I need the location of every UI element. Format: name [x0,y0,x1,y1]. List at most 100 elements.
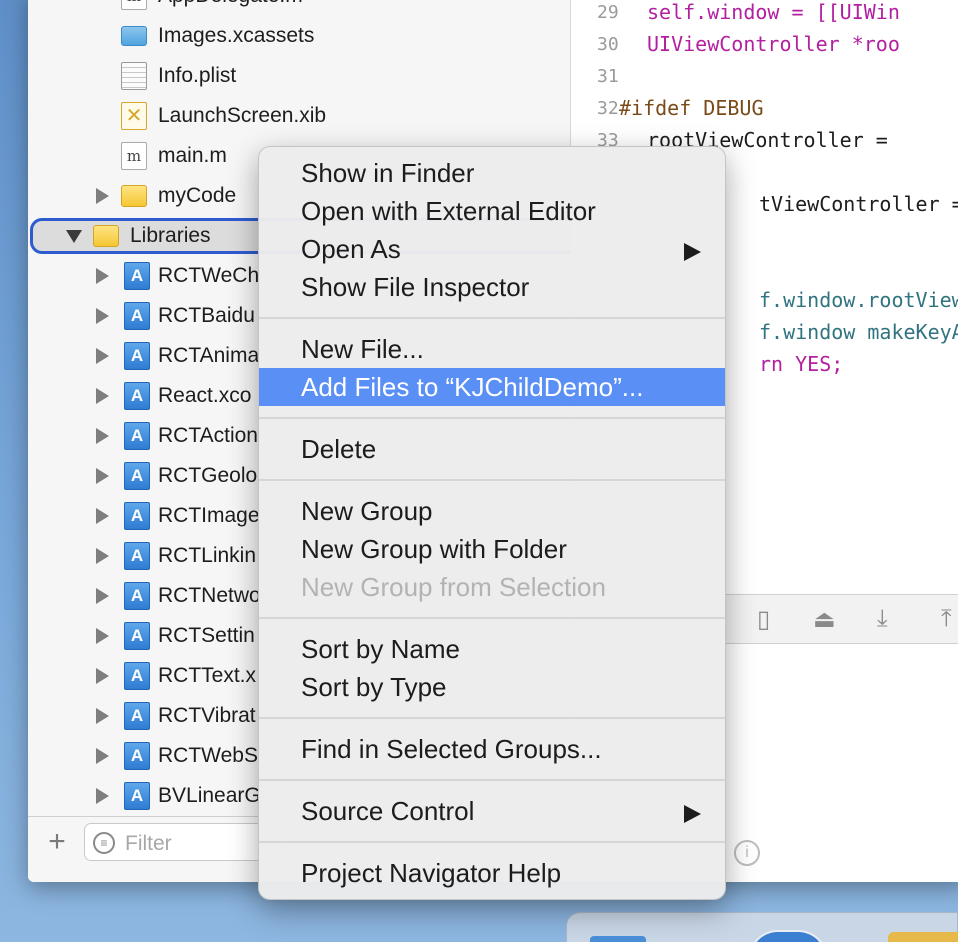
menu-item-open-external-editor[interactable]: Open with External Editor [259,192,725,230]
code-text: rn YES; [759,352,844,376]
navigator-item-label: RCTSettin [158,624,255,647]
disclosure-triangle-icon[interactable] [96,788,109,804]
code-line: 30 UIViewController *roo [571,30,958,62]
navigator-item-label: main.m [158,144,227,167]
disclosure-triangle-icon[interactable] [96,668,109,684]
navigator-item-label: RCTAction [158,424,258,447]
dock-app-icon[interactable] [590,936,646,942]
menu-item-new-file[interactable]: New File... [259,330,725,368]
menu-separator [259,717,725,719]
disclosure-triangle-icon[interactable] [96,308,109,324]
disclosure-triangle-icon[interactable] [96,468,109,484]
navigator-item-launchscreen[interactable]: ✕ LaunchScreen.xib [28,96,571,136]
menu-item-label: Add Files to “KJChildDemo”... [301,372,644,402]
menu-item-label: Open with External Editor [301,196,596,226]
code-text: f.window.rootViewC [759,288,958,312]
menu-item-label: New Group with Folder [301,534,567,564]
folder-icon [121,185,147,207]
menu-item-project-navigator-help[interactable]: Project Navigator Help [259,854,725,892]
disclosure-triangle-icon[interactable] [96,188,109,204]
xcodeproj-icon: A [124,702,150,730]
menu-item-label: Open As [301,234,401,264]
code-text: UIViewController *roo [647,32,900,56]
navigator-item-label: RCTVibrat [158,704,256,727]
navigator-item-label: RCTImage [158,504,260,527]
step-over-icon[interactable]: ⏏ [813,605,836,634]
code-text: tViewController = [759,192,958,216]
menu-item-label: Sort by Type [301,672,447,702]
disclosure-triangle-icon[interactable] [96,628,109,644]
dock-app-icon[interactable] [888,932,958,942]
menu-item-sort-by-type[interactable]: Sort by Type [259,668,725,706]
navigator-item-info-plist[interactable]: Info.plist [28,56,571,96]
xcodeproj-icon: A [124,262,150,290]
navigator-item-images-xcassets[interactable]: Images.xcassets [28,16,571,56]
navigator-item-label: RCTAnima [158,344,260,367]
navigator-item-label: AppDelegate.m [158,0,303,8]
menu-item-label: Find in Selected Groups... [301,734,602,764]
menu-item-add-files[interactable]: Add Files to “KJChildDemo”... [259,368,725,406]
menu-item-sort-by-name[interactable]: Sort by Name [259,630,725,668]
disclosure-triangle-icon[interactable] [66,230,82,243]
menu-separator [259,417,725,419]
menu-separator [259,617,725,619]
disclosure-triangle-icon[interactable] [96,708,109,724]
navigator-item-label: RCTLinkin [158,544,257,567]
menu-item-label: Sort by Name [301,634,460,664]
step-out-icon[interactable]: ⤒ [941,605,952,633]
disclosure-triangle-icon[interactable] [96,588,109,604]
menu-separator [259,779,725,781]
filter-input[interactable]: ≡ Filter [84,823,284,861]
navigator-item-label: BVLinearG [158,784,261,807]
xcodeproj-icon: A [124,342,150,370]
menu-item-label: Show in Finder [301,158,475,188]
menu-item-show-in-finder[interactable]: Show in Finder [259,154,725,192]
xcodeproj-icon: A [124,422,150,450]
navigator-item-label: React.xco [158,384,252,407]
xcodeproj-icon: A [124,302,150,330]
disclosure-triangle-icon[interactable] [96,348,109,364]
folder-icon [93,225,119,247]
disclosure-triangle-icon[interactable] [96,268,109,284]
menu-item-source-control[interactable]: Source Control [259,792,725,830]
disclosure-triangle-icon[interactable] [96,388,109,404]
navigator-item-label: RCTWeCh [158,264,260,287]
code-line: 31 [571,62,958,94]
code-line: 29 self.window = [[UIWin [571,0,958,30]
xcodeproj-icon: A [124,502,150,530]
menu-item-open-as[interactable]: Open As [259,230,725,268]
xcodeproj-icon: A [124,742,150,770]
submenu-arrow-icon [684,243,701,261]
menu-item-new-group-with-folder[interactable]: New Group with Folder [259,530,725,568]
info-icon[interactable]: i [734,840,760,866]
menu-item-find-in-selected-groups[interactable]: Find in Selected Groups... [259,730,725,768]
xcodeproj-icon: A [124,542,150,570]
breakpoint-toggle-icon[interactable]: ▯ [757,605,770,634]
navigator-item-label: myCode [158,184,237,207]
xcodeproj-icon: A [124,582,150,610]
step-into-icon[interactable]: ⤓ [877,605,888,633]
line-number: 31 [597,66,619,87]
disclosure-triangle-icon[interactable] [96,548,109,564]
xcodeproj-icon: A [124,782,150,810]
filter-placeholder: Filter [125,832,172,855]
m-file-icon: m [121,0,147,10]
menu-item-label: Project Navigator Help [301,858,562,888]
disclosure-triangle-icon[interactable] [96,748,109,764]
navigator-item-label: RCTWebS [158,744,258,767]
menu-item-new-group[interactable]: New Group [259,492,725,530]
code-text: #ifdef DEBUG [619,96,764,120]
line-number: 30 [597,34,619,55]
disclosure-triangle-icon[interactable] [96,508,109,524]
navigator-item-appdelegate[interactable]: m AppDelegate.m [28,0,571,16]
menu-item-delete[interactable]: Delete [259,430,725,468]
add-button[interactable]: + [42,827,72,857]
m-file-icon: m [121,142,147,170]
navigator-item-label: RCTGeolo [158,464,258,487]
xcodeproj-icon: A [124,662,150,690]
asset-catalog-icon [121,26,147,46]
menu-item-show-file-inspector[interactable]: Show File Inspector [259,268,725,306]
navigator-item-label: RCTText.x [158,664,257,687]
menu-separator [259,841,725,843]
disclosure-triangle-icon[interactable] [96,428,109,444]
